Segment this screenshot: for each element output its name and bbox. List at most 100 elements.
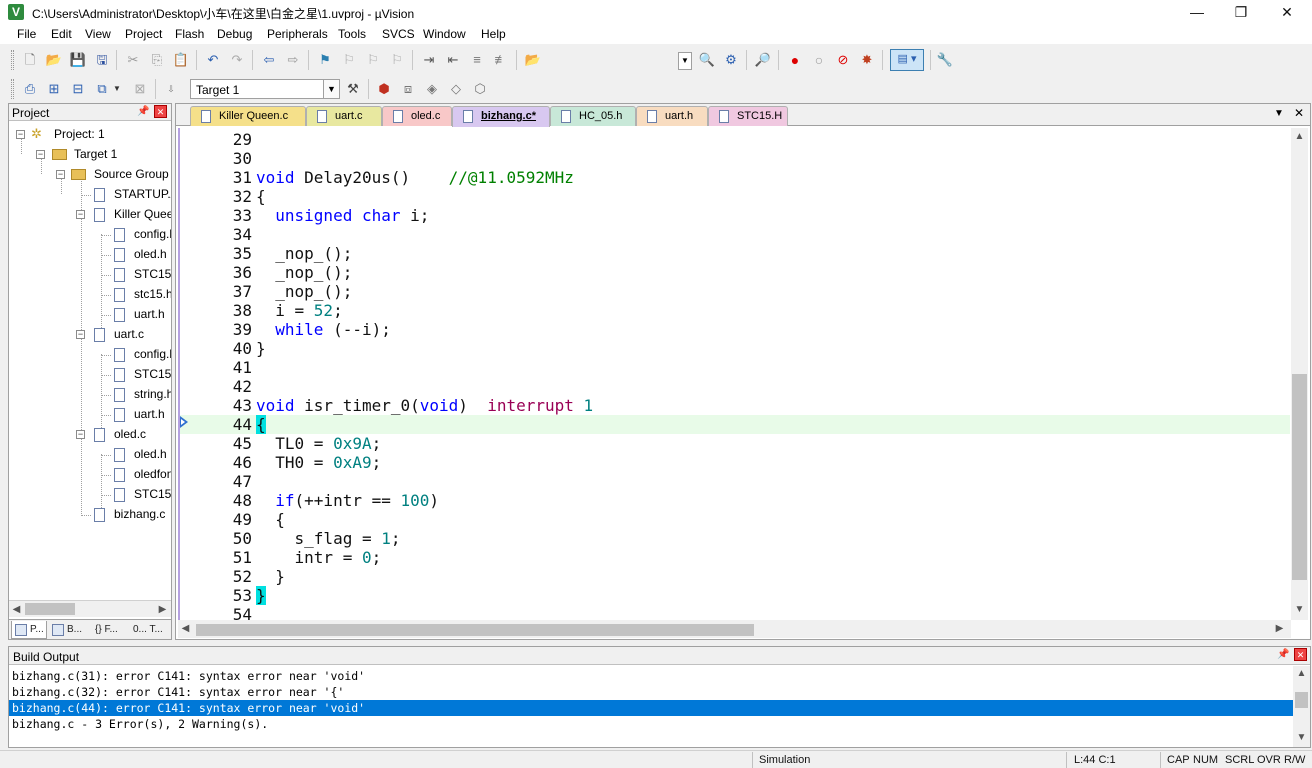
tab-uart-c[interactable]: uart.c xyxy=(306,106,382,126)
unindent-icon[interactable]: ⇤ xyxy=(444,51,462,69)
manage-rte-icon[interactable]: ◈ xyxy=(423,80,441,98)
scroll-thumb[interactable] xyxy=(1292,374,1307,580)
tree-item-file[interactable]: − uart.c xyxy=(9,326,171,344)
build-output-line[interactable]: bizhang.c - 3 Error(s), 2 Warning(s). xyxy=(12,716,1294,732)
close-panel-button[interactable]: ✕ xyxy=(154,105,167,118)
select-packs-icon[interactable]: ⧈ xyxy=(399,80,417,98)
code-editor[interactable]: 29 30 31 void Delay20us() //@11.0592MHz 3… xyxy=(178,128,1290,620)
build-output-line-selected[interactable]: bizhang.c(44): error C141: syntax error … xyxy=(9,700,1295,716)
toolbar-grip[interactable] xyxy=(11,50,14,70)
tree-item-header[interactable]: oled.h xyxy=(9,446,171,464)
find-in-files-icon[interactable]: 📂 xyxy=(524,51,542,69)
menu-peripherals[interactable]: Peripherals xyxy=(267,27,328,41)
event-recorder-icon[interactable]: ⬡ xyxy=(471,80,489,98)
minimize-button[interactable]: — xyxy=(1174,0,1220,24)
next-bookmark-icon[interactable]: ⚐ xyxy=(364,51,382,69)
menu-edit[interactable]: Edit xyxy=(51,27,72,41)
collapse-icon[interactable]: − xyxy=(16,130,25,139)
tab-killer-queen-c[interactable]: Killer Queen.c xyxy=(190,106,306,126)
configure-icon[interactable]: 🔧 xyxy=(936,51,954,69)
tree-item-header[interactable]: stc15.h xyxy=(9,286,171,304)
undo-icon[interactable]: ↶ xyxy=(204,51,222,69)
uncomment-icon[interactable]: ≢ xyxy=(492,51,510,69)
scroll-left-icon[interactable]: ◀ xyxy=(178,621,193,636)
download-icon[interactable]: ⇩ xyxy=(162,80,180,98)
start-debug-icon[interactable]: 🔎 xyxy=(754,51,772,69)
scroll-up-icon[interactable]: ▲ xyxy=(1294,666,1309,681)
tab-project[interactable]: P... xyxy=(11,621,47,639)
tree-item-header[interactable]: uart.h xyxy=(9,406,171,424)
save-icon[interactable]: 💾 xyxy=(69,51,87,69)
tree-item-header[interactable]: STC15.H xyxy=(9,486,171,504)
tree-item-file[interactable]: bizhang.c xyxy=(9,506,171,524)
tree-item-project[interactable]: − ✲ Project: 1 xyxy=(9,126,171,144)
stop-build-icon[interactable]: ⊠ xyxy=(131,80,149,98)
scroll-thumb[interactable] xyxy=(1295,692,1308,708)
menu-tools[interactable]: Tools xyxy=(338,27,366,41)
pack-installer-icon[interactable]: ◇ xyxy=(447,80,465,98)
cut-icon[interactable]: ✂ xyxy=(124,51,142,69)
rebuild-icon[interactable]: ⊟ xyxy=(69,80,87,98)
tree-item-source-group[interactable]: − Source Group 1 xyxy=(9,166,171,184)
tab-uart-h[interactable]: uart.h xyxy=(636,106,708,126)
enable-breakpoint-icon[interactable]: ○ xyxy=(810,51,828,69)
tab-stc15-h[interactable]: STC15.H xyxy=(708,106,788,126)
pin-icon[interactable]: 📌 xyxy=(1277,649,1289,660)
tree-item-file[interactable]: STARTUP.A51 xyxy=(9,186,171,204)
tab-bizhang-c[interactable]: bizhang.c* xyxy=(452,106,550,127)
tree-item-header[interactable]: config.h xyxy=(9,346,171,364)
translate-icon[interactable]: ⎙ xyxy=(21,80,39,98)
tab-functions[interactable]: {} F... xyxy=(89,621,129,639)
build-icon[interactable]: ⊞ xyxy=(45,80,63,98)
navigate-forward-icon[interactable]: ⇨ xyxy=(284,51,302,69)
menu-debug[interactable]: Debug xyxy=(217,27,252,41)
tab-oled-c[interactable]: oled.c xyxy=(382,106,452,126)
build-output-scrollbar[interactable]: ▲ ▼ xyxy=(1293,666,1310,747)
collapse-icon[interactable]: − xyxy=(56,170,65,179)
tree-item-header[interactable]: config.h xyxy=(9,226,171,244)
copy-icon[interactable]: ⎘ xyxy=(148,51,166,69)
scroll-down-icon[interactable]: ▼ xyxy=(1292,602,1307,617)
tab-hc05-h[interactable]: HC_05.h xyxy=(550,106,636,126)
insert-breakpoint-icon[interactable]: ● xyxy=(786,51,804,69)
indent-icon[interactable]: ⇥ xyxy=(420,51,438,69)
incremental-find-icon[interactable]: ⚙ xyxy=(722,51,740,69)
tab-list-dropdown-icon[interactable]: ▼ xyxy=(1274,108,1284,119)
comment-icon[interactable]: ≡ xyxy=(468,51,486,69)
scroll-down-icon[interactable]: ▼ xyxy=(1294,730,1309,745)
scroll-thumb[interactable] xyxy=(196,624,754,636)
menu-svcs[interactable]: SVCS xyxy=(382,27,415,41)
scroll-right-icon[interactable]: ▶ xyxy=(1272,621,1287,636)
restore-button[interactable]: ❐ xyxy=(1218,0,1264,24)
tree-item-header[interactable]: oled.h xyxy=(9,246,171,264)
menu-project[interactable]: Project xyxy=(125,27,162,41)
toolbar-grip[interactable] xyxy=(11,79,14,99)
clear-bookmarks-icon[interactable]: ⚐ xyxy=(388,51,406,69)
redo-icon[interactable]: ↷ xyxy=(228,51,246,69)
window-layout-icon[interactable]: ▤ ▾ xyxy=(890,49,924,71)
manage-project-items-icon[interactable]: ⬢ xyxy=(375,80,393,98)
scroll-right-icon[interactable]: ▶ xyxy=(155,602,170,617)
target-options-icon[interactable]: ⚒ xyxy=(344,80,362,98)
build-output-line[interactable]: bizhang.c(32): error C141: syntax error … xyxy=(12,684,1294,700)
find-dropdown[interactable]: ▼ xyxy=(678,52,692,70)
collapse-icon[interactable]: − xyxy=(76,210,85,219)
tab-books[interactable]: B... xyxy=(49,621,89,639)
close-tab-icon[interactable]: ✕ xyxy=(1294,106,1304,120)
new-file-icon[interactable]: 🗋 xyxy=(21,51,39,69)
scroll-left-icon[interactable]: ◀ xyxy=(9,602,24,617)
menu-help[interactable]: Help xyxy=(481,27,506,41)
collapse-icon[interactable]: − xyxy=(76,330,85,339)
menu-window[interactable]: Window xyxy=(423,27,466,41)
kill-breakpoints-icon[interactable]: ✸ xyxy=(858,51,876,69)
prev-bookmark-icon[interactable]: ⚐ xyxy=(340,51,358,69)
tree-item-header[interactable]: oledfont.h xyxy=(9,466,171,484)
tab-templates[interactable]: 0... T... xyxy=(129,621,171,639)
project-horizontal-scrollbar[interactable]: ◀ ▶ xyxy=(9,600,171,617)
disable-breakpoints-icon[interactable]: ⊘ xyxy=(834,51,852,69)
build-output-line[interactable]: bizhang.c(31): error C141: syntax error … xyxy=(12,668,1294,684)
tree-item-header[interactable]: STC15.H xyxy=(9,366,171,384)
menu-view[interactable]: View xyxy=(85,27,111,41)
target-select[interactable]: Target 1 ▼ xyxy=(190,79,340,99)
tree-item-header[interactable]: STC15.H xyxy=(9,266,171,284)
